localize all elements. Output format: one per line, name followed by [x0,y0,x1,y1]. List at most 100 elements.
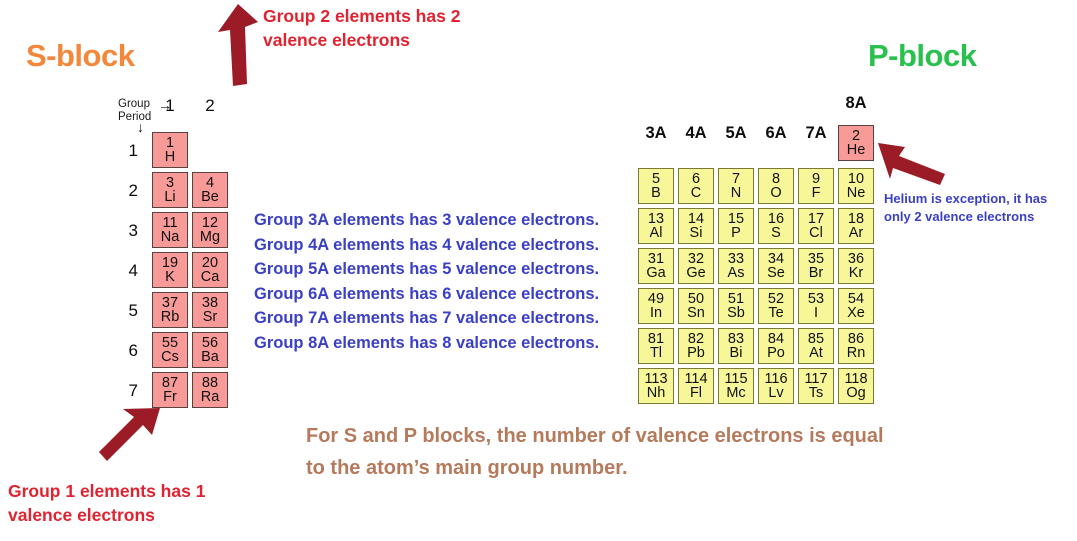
element-cell-B[interactable]: 5B [638,168,674,204]
element-cell-C[interactable]: 6C [678,168,714,204]
element-cell-Lv[interactable]: 116 Lv [758,368,794,404]
annotation-group2: Group 2 elements has 2 valence electrons [263,6,461,50]
element-cell-Og[interactable]: 118 Og [838,368,874,404]
element-symbol: Xe [847,304,865,321]
group-header-2: 2 [205,96,215,115]
element-cell-Ts[interactable]: 117 Ts [798,368,834,404]
helium-arrow-icon [878,143,945,185]
element-cell-Fl[interactable]: 114 Fl [678,368,714,404]
group-header-1: 1 [165,96,175,115]
element-cell-Po[interactable]: 84 Po [758,328,794,364]
element-cell-Mc[interactable]: 115 Mc [718,368,754,404]
group-axis-label: Group [118,98,150,110]
element-cell-Ge[interactable]: 32 Ge [678,248,714,284]
element-cell-Rb[interactable]: 37 Rb [152,292,188,328]
element-cell-Al[interactable]: 13 Al [638,208,674,244]
element-symbol: Te [768,304,784,321]
element-symbol: Li [164,188,176,205]
annotation-summary: For S and P blocks, the number of valenc… [306,425,884,479]
period-axis-label: Period [118,111,152,123]
element-cell-Bi[interactable]: 83 Bi [718,328,754,364]
element-cell-He[interactable]: 2 He [838,125,874,161]
element-cell-Mg[interactable]: 12 Mg [192,212,228,248]
element-cell-Cs[interactable]: 55 Cs [152,332,188,368]
element-cell-Ga[interactable]: 31 Ga [638,248,674,284]
group-header-4A: 4A [685,124,707,142]
element-symbol: Nh [646,384,666,401]
element-cell-Te[interactable]: 52 Te [758,288,794,324]
element-symbol: F [811,184,821,201]
element-symbol: Cs [161,348,179,365]
element-cell-Fr[interactable]: 87 Fr [152,372,188,408]
element-symbol: Fl [689,384,703,401]
element-symbol: Cl [809,224,823,241]
element-cell-Xe[interactable]: 54 Xe [838,288,874,324]
period-number-6: 6 [128,341,138,360]
element-symbol: Ca [200,268,220,285]
element-cell-S[interactable]: 16 S [758,208,794,244]
group-header-8A: 8A [845,94,867,112]
element-cell-Nh[interactable]: 113 Nh [638,368,674,404]
element-symbol: Rn [846,344,866,361]
element-cell-Ra[interactable]: 88 Ra [192,372,228,408]
annotation-group-3a-8a-list: Group 3A elements has 3 valence electron… [254,211,600,352]
element-cell-Ba[interactable]: 56 Ba [192,332,228,368]
element-cell-Sr[interactable]: 38 Sr [192,292,228,328]
element-symbol: Ga [646,264,666,281]
element-cell-K[interactable]: 19 K [152,252,188,288]
element-symbol: Kr [848,264,864,281]
element-cell-Sn[interactable]: 50 Sn [678,288,714,324]
group-header-3A: 3A [645,124,667,142]
element-symbol: As [727,264,745,281]
element-symbol: Ar [848,224,864,241]
element-cell-Ne[interactable]: 10 Ne [838,168,874,204]
element-cell-Ca[interactable]: 20 Ca [192,252,228,288]
period-number-2: 2 [128,181,138,200]
element-cell-Ar[interactable]: 18 Ar [838,208,874,244]
element-cell-Rn[interactable]: 86 Rn [838,328,874,364]
group-header-6A: 6A [765,124,787,142]
element-cell-Na[interactable]: 11 Na [152,212,188,248]
element-cell-F[interactable]: 9F [798,168,834,204]
periodic-table-diagram: S-block P-block Group Period → ↓ 1212345… [0,0,1077,541]
element-symbol: At [809,344,823,361]
p-block-title: P-block [868,38,977,73]
element-symbol: B [651,184,661,201]
period-number-4: 4 [128,261,138,280]
element-cell-Br[interactable]: 35 Br [798,248,834,284]
element-symbol: O [770,184,782,201]
element-symbol: Og [846,384,866,401]
element-cell-Si[interactable]: 14 Si [678,208,714,244]
element-symbol: Se [767,264,785,281]
element-cell-Li[interactable]: 3 Li [152,172,188,208]
element-cell-In[interactable]: 49 In [638,288,674,324]
s-block-title: S-block [26,38,135,73]
element-cell-At[interactable]: 85 At [798,328,834,364]
element-cell-Pb[interactable]: 82 Pb [678,328,714,364]
element-symbol: Po [767,344,785,361]
element-symbol: Ts [808,384,824,401]
element-symbol: P [731,224,741,241]
element-symbol: C [690,184,702,201]
element-cell-O[interactable]: 8O [758,168,794,204]
element-cell-N[interactable]: 7N [718,168,754,204]
element-symbol: Pb [687,344,705,361]
element-cell-Be[interactable]: 4 Be [192,172,228,208]
element-cell-P[interactable]: 15 P [718,208,754,244]
element-cell-I[interactable]: 53 I [798,288,834,324]
element-symbol: Rb [160,308,180,325]
element-symbol: Mg [199,228,221,245]
group-header-5A: 5A [725,124,747,142]
element-cell-H[interactable]: 1H [152,132,188,168]
element-cell-Sb[interactable]: 51 Sb [718,288,754,324]
group1-arrow-icon [99,408,160,461]
element-cell-Tl[interactable]: 81 Tl [638,328,674,364]
element-cell-Cl[interactable]: 17 Cl [798,208,834,244]
element-cell-Kr[interactable]: 36 Kr [838,248,874,284]
element-symbol: Lv [768,384,784,401]
element-cell-Se[interactable]: 34 Se [758,248,794,284]
element-symbol: In [649,304,663,321]
element-cell-As[interactable]: 33 As [718,248,754,284]
element-symbol: Sr [202,308,218,325]
element-symbol: Be [201,188,219,205]
